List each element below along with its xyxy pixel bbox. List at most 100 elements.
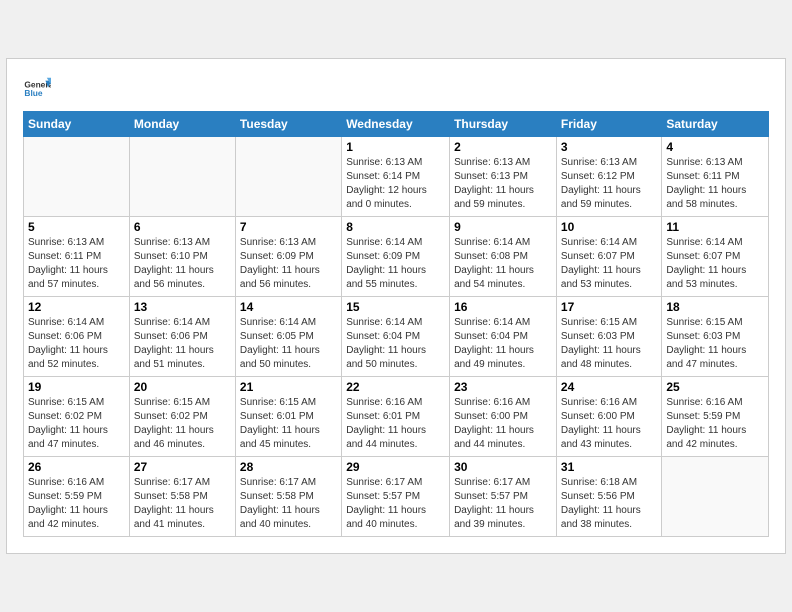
day-info: Sunrise: 6:13 AM Sunset: 6:10 PM Dayligh… — [134, 236, 231, 292]
day-number: 5 — [28, 220, 125, 234]
day-number: 4 — [666, 140, 764, 154]
calendar-cell: 26 Sunrise: 6:16 AM Sunset: 5:59 PM Dayli… — [24, 457, 130, 537]
calendar-cell — [129, 137, 235, 217]
calendar-cell — [235, 137, 341, 217]
day-info: Sunrise: 6:14 AM Sunset: 6:05 PM Dayligh… — [240, 316, 337, 372]
day-info: Sunrise: 6:18 AM Sunset: 5:56 PM Dayligh… — [561, 476, 657, 532]
calendar-cell: 21 Sunrise: 6:15 AM Sunset: 6:01 PM Dayli… — [235, 377, 341, 457]
calendar-cell: 17Sunrise: 6:15 AM Sunset: 6:03 PM Dayli… — [556, 297, 661, 377]
day-number: 12 — [28, 300, 125, 314]
calendar-cell: 30Sunrise: 6:17 AM Sunset: 5:57 PM Dayli… — [450, 457, 557, 537]
weekday-header-saturday: Saturday — [662, 112, 769, 137]
calendar-cell: 31Sunrise: 6:18 AM Sunset: 5:56 PM Dayli… — [556, 457, 661, 537]
calendar-cell: 14Sunrise: 6:14 AM Sunset: 6:05 PM Dayli… — [235, 297, 341, 377]
calendar-container: General Blue SundayMondayTuesdayWednesda… — [6, 58, 786, 554]
day-number: 3 — [561, 140, 657, 154]
day-number: 21 — [240, 380, 337, 394]
calendar-cell: 28 Sunrise: 6:17 AM Sunset: 5:58 PM Dayli… — [235, 457, 341, 537]
day-info: Sunrise: 6:16 AM Sunset: 6:00 PM Dayligh… — [454, 396, 552, 452]
calendar-cell: 15 Sunrise: 6:14 AM Sunset: 6:04 PM Dayli… — [342, 297, 450, 377]
day-number: 19 — [28, 380, 125, 394]
day-number: 1 — [346, 140, 445, 154]
weekday-header-tuesday: Tuesday — [235, 112, 341, 137]
day-number: 26 — [28, 460, 125, 474]
day-info: Sunrise: 6:13 AM Sunset: 6:12 PM Dayligh… — [561, 156, 657, 212]
day-info: Sunrise: 6:13 AM Sunset: 6:09 PM Dayligh… — [240, 236, 337, 292]
day-info: Sunrise: 6:15 AM Sunset: 6:03 PM Dayligh… — [561, 316, 657, 372]
day-info: Sunrise: 6:13 AM Sunset: 6:11 PM Dayligh… — [666, 156, 764, 212]
calendar-cell: 1 Sunrise: 6:13 AM Sunset: 6:14 PM Daylig… — [342, 137, 450, 217]
calendar-week-3: 12 Sunrise: 6:14 AM Sunset: 6:06 PM Dayli… — [24, 297, 769, 377]
logo: General Blue — [23, 75, 51, 103]
day-number: 23 — [454, 380, 552, 394]
calendar-cell: 18Sunrise: 6:15 AM Sunset: 6:03 PM Dayli… — [662, 297, 769, 377]
day-number: 18 — [666, 300, 764, 314]
day-info: Sunrise: 6:14 AM Sunset: 6:04 PM Dayligh… — [346, 316, 445, 372]
day-info: Sunrise: 6:13 AM Sunset: 6:14 PM Dayligh… — [346, 156, 445, 212]
day-info: Sunrise: 6:14 AM Sunset: 6:04 PM Dayligh… — [454, 316, 552, 372]
weekday-header-wednesday: Wednesday — [342, 112, 450, 137]
day-number: 7 — [240, 220, 337, 234]
calendar-cell: 2Sunrise: 6:13 AM Sunset: 6:13 PM Daylig… — [450, 137, 557, 217]
calendar-week-5: 26 Sunrise: 6:16 AM Sunset: 5:59 PM Dayli… — [24, 457, 769, 537]
day-info: Sunrise: 6:16 AM Sunset: 6:00 PM Dayligh… — [561, 396, 657, 452]
day-info: Sunrise: 6:13 AM Sunset: 6:11 PM Dayligh… — [28, 236, 125, 292]
day-number: 15 — [346, 300, 445, 314]
calendar-cell: 25 Sunrise: 6:16 AM Sunset: 5:59 PM Dayli… — [662, 377, 769, 457]
calendar-cell: 23 Sunrise: 6:16 AM Sunset: 6:00 PM Dayli… — [450, 377, 557, 457]
calendar-cell — [24, 137, 130, 217]
calendar-cell: 13 Sunrise: 6:14 AM Sunset: 6:06 PM Dayli… — [129, 297, 235, 377]
calendar-table: SundayMondayTuesdayWednesdayThursdayFrid… — [23, 111, 769, 537]
weekday-header-monday: Monday — [129, 112, 235, 137]
calendar-cell — [662, 457, 769, 537]
day-info: Sunrise: 6:14 AM Sunset: 6:06 PM Dayligh… — [134, 316, 231, 372]
day-number: 27 — [134, 460, 231, 474]
calendar-cell: 11 Sunrise: 6:14 AM Sunset: 6:07 PM Dayli… — [662, 217, 769, 297]
calendar-cell: 29 Sunrise: 6:17 AM Sunset: 5:57 PM Dayli… — [342, 457, 450, 537]
calendar-cell: 19 Sunrise: 6:15 AM Sunset: 6:02 PM Dayli… — [24, 377, 130, 457]
calendar-week-2: 5 Sunrise: 6:13 AM Sunset: 6:11 PM Daylig… — [24, 217, 769, 297]
calendar-cell: 24 Sunrise: 6:16 AM Sunset: 6:00 PM Dayli… — [556, 377, 661, 457]
calendar-cell: 3 Sunrise: 6:13 AM Sunset: 6:12 PM Daylig… — [556, 137, 661, 217]
day-number: 28 — [240, 460, 337, 474]
day-number: 11 — [666, 220, 764, 234]
calendar-cell: 6 Sunrise: 6:13 AM Sunset: 6:10 PM Daylig… — [129, 217, 235, 297]
calendar-cell: 10 Sunrise: 6:14 AM Sunset: 6:07 PM Dayli… — [556, 217, 661, 297]
weekday-header-friday: Friday — [556, 112, 661, 137]
day-number: 6 — [134, 220, 231, 234]
calendar-cell: 12Sunrise: 6:14 AM Sunset: 6:06 PM Dayli… — [24, 297, 130, 377]
calendar-cell: 16Sunrise: 6:14 AM Sunset: 6:04 PM Dayli… — [450, 297, 557, 377]
day-info: Sunrise: 6:16 AM Sunset: 5:59 PM Dayligh… — [666, 396, 764, 452]
day-info: Sunrise: 6:14 AM Sunset: 6:09 PM Dayligh… — [346, 236, 445, 292]
calendar-cell: 7 Sunrise: 6:13 AM Sunset: 6:09 PM Daylig… — [235, 217, 341, 297]
day-number: 9 — [454, 220, 552, 234]
day-number: 13 — [134, 300, 231, 314]
calendar-header: General Blue — [23, 75, 769, 103]
weekday-header-thursday: Thursday — [450, 112, 557, 137]
day-number: 22 — [346, 380, 445, 394]
day-number: 25 — [666, 380, 764, 394]
day-info: Sunrise: 6:15 AM Sunset: 6:02 PM Dayligh… — [134, 396, 231, 452]
day-number: 8 — [346, 220, 445, 234]
day-number: 29 — [346, 460, 445, 474]
day-info: Sunrise: 6:14 AM Sunset: 6:07 PM Dayligh… — [561, 236, 657, 292]
logo-icon: General Blue — [23, 75, 51, 103]
day-info: Sunrise: 6:16 AM Sunset: 5:59 PM Dayligh… — [28, 476, 125, 532]
day-number: 10 — [561, 220, 657, 234]
day-info: Sunrise: 6:15 AM Sunset: 6:02 PM Dayligh… — [28, 396, 125, 452]
calendar-cell: 8 Sunrise: 6:14 AM Sunset: 6:09 PM Daylig… — [342, 217, 450, 297]
calendar-week-4: 19 Sunrise: 6:15 AM Sunset: 6:02 PM Dayli… — [24, 377, 769, 457]
calendar-cell: 5 Sunrise: 6:13 AM Sunset: 6:11 PM Daylig… — [24, 217, 130, 297]
day-number: 24 — [561, 380, 657, 394]
day-info: Sunrise: 6:15 AM Sunset: 6:01 PM Dayligh… — [240, 396, 337, 452]
day-info: Sunrise: 6:17 AM Sunset: 5:58 PM Dayligh… — [240, 476, 337, 532]
day-info: Sunrise: 6:17 AM Sunset: 5:57 PM Dayligh… — [454, 476, 552, 532]
weekday-header-row: SundayMondayTuesdayWednesdayThursdayFrid… — [24, 112, 769, 137]
weekday-header-sunday: Sunday — [24, 112, 130, 137]
day-info: Sunrise: 6:14 AM Sunset: 6:08 PM Dayligh… — [454, 236, 552, 292]
calendar-cell: 22 Sunrise: 6:16 AM Sunset: 6:01 PM Dayli… — [342, 377, 450, 457]
day-info: Sunrise: 6:14 AM Sunset: 6:07 PM Dayligh… — [666, 236, 764, 292]
day-info: Sunrise: 6:17 AM Sunset: 5:57 PM Dayligh… — [346, 476, 445, 532]
calendar-week-1: 1 Sunrise: 6:13 AM Sunset: 6:14 PM Daylig… — [24, 137, 769, 217]
day-info: Sunrise: 6:16 AM Sunset: 6:01 PM Dayligh… — [346, 396, 445, 452]
